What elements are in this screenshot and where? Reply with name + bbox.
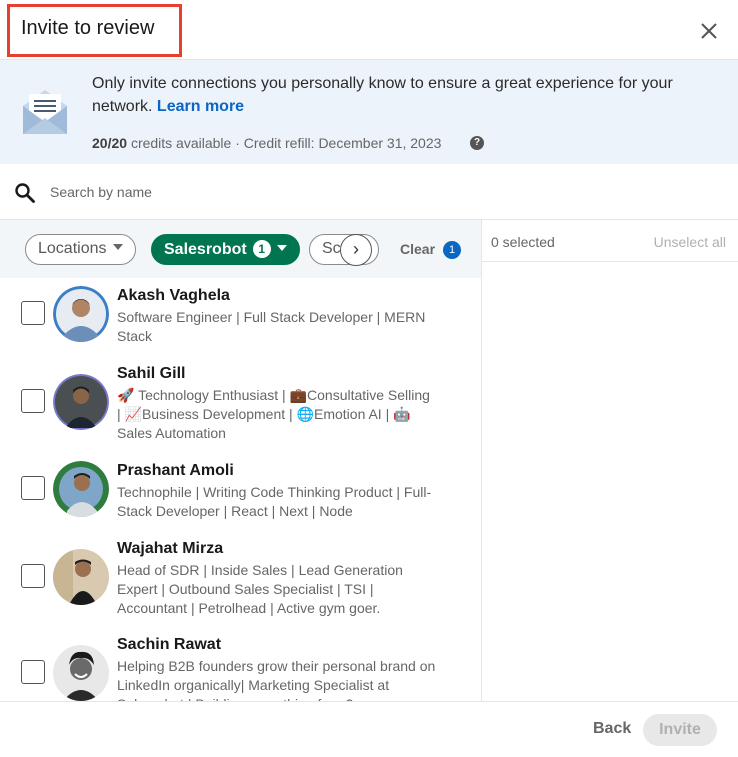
filter-locations[interactable]: Locations <box>25 234 136 265</box>
avatar <box>53 374 109 430</box>
close-icon <box>701 23 717 39</box>
person-headline: Technophile | Writing Code Thinking Prod… <box>117 484 432 519</box>
envelope-icon <box>23 90 67 134</box>
person-headline: 🚀 Technology Enthusiast | 💼Consultative … <box>117 387 430 441</box>
avatar <box>53 645 109 701</box>
person-headline: Helping B2B founders grow their personal… <box>117 658 436 701</box>
filter-third-label: Sc <box>322 240 341 257</box>
filter-salesrobot-count: 1 <box>252 240 271 258</box>
person-name[interactable]: Akash Vaghela <box>117 287 230 305</box>
credits-count: 20/20 <box>92 135 128 151</box>
search-bar <box>0 164 738 220</box>
connections-pane: Locations Salesrobot 1 Sc › Clear 1 Akas… <box>0 220 481 701</box>
dialog-header: Invite to review <box>0 0 738 60</box>
avatar-image <box>53 461 109 517</box>
select-checkbox[interactable] <box>21 476 45 500</box>
caret-down-icon <box>112 244 123 250</box>
select-checkbox[interactable] <box>21 301 45 325</box>
person-name[interactable]: Prashant Amoli <box>117 462 234 480</box>
info-banner: Only invite connections you personally k… <box>0 60 738 164</box>
avatar <box>53 461 109 517</box>
credits-detail: credits available · Credit refill: Decem… <box>130 135 442 151</box>
chevron-right-icon[interactable]: › <box>340 234 372 266</box>
banner-message: Only invite connections you personally k… <box>92 72 712 118</box>
person-headline: Software Engineer | Full Stack Developer… <box>117 309 426 344</box>
filter-locations-label: Locations <box>38 240 107 257</box>
help-icon[interactable]: ? <box>470 136 484 150</box>
clear-count-badge: 1 <box>443 241 461 259</box>
learn-more-link[interactable]: Learn more <box>157 98 244 115</box>
back-button[interactable]: Back <box>583 714 641 744</box>
clear-filters-button[interactable]: Clear <box>400 241 435 257</box>
avatar <box>53 286 109 342</box>
avatar <box>53 549 109 605</box>
close-button[interactable] <box>694 16 724 46</box>
search-input[interactable] <box>50 180 710 204</box>
invite-button[interactable]: Invite <box>643 714 717 746</box>
dialog-title: Invite to review <box>21 17 155 39</box>
filter-salesrobot[interactable]: Salesrobot 1 <box>151 234 300 265</box>
search-icon <box>15 183 35 203</box>
person-name[interactable]: Wajahat Mirza <box>117 540 223 558</box>
caret-down-icon <box>276 245 287 251</box>
selected-count: 0 selected <box>491 234 555 250</box>
person-name[interactable]: Sachin Rawat <box>117 636 221 654</box>
dialog-footer: Back Invite <box>0 701 738 757</box>
person-headline: Head of SDR | Inside Sales | Lead Genera… <box>117 562 403 616</box>
select-checkbox[interactable] <box>21 660 45 684</box>
selected-pane: 0 selected Unselect all <box>481 220 738 701</box>
divider <box>482 261 738 262</box>
filter-bar: Locations Salesrobot 1 Sc › Clear 1 <box>0 220 481 278</box>
select-checkbox[interactable] <box>21 564 45 588</box>
avatar-image <box>53 374 109 430</box>
person-name[interactable]: Sahil Gill <box>117 365 185 383</box>
avatar-image <box>53 286 109 342</box>
filter-salesrobot-label: Salesrobot <box>164 241 247 258</box>
unselect-all-button[interactable]: Unselect all <box>654 234 726 250</box>
credits-info: 20/20 credits available · Credit refill:… <box>92 135 441 151</box>
avatar-image <box>53 549 109 605</box>
avatar-image <box>53 645 109 701</box>
select-checkbox[interactable] <box>21 389 45 413</box>
